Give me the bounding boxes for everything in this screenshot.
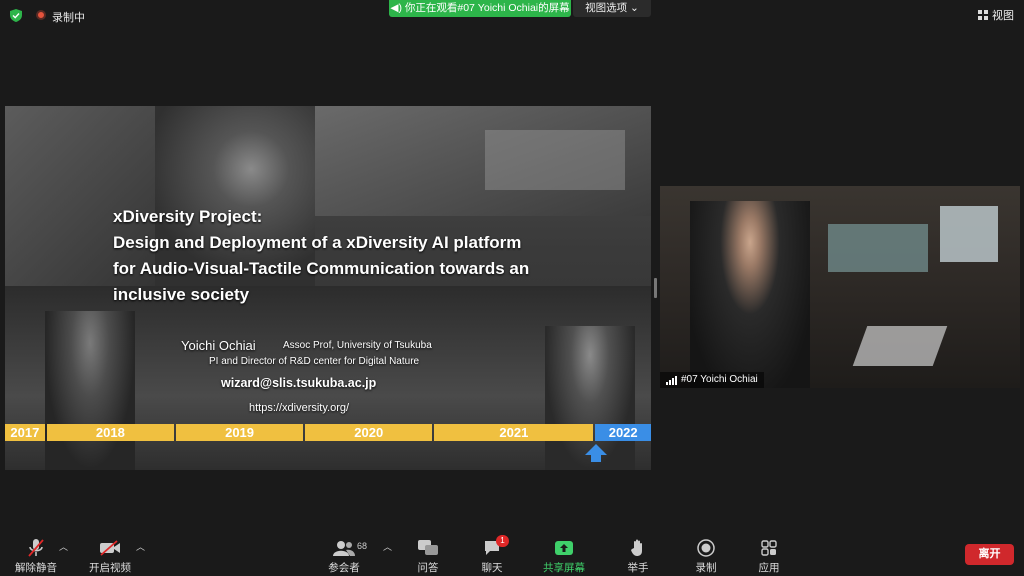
unmute-label: 解除静音 xyxy=(15,562,57,574)
view-options-button[interactable]: 视图选项 ⌄ xyxy=(573,0,651,17)
view-options-label: 视图选项 xyxy=(585,2,628,14)
share-screen-icon xyxy=(555,541,573,555)
slide-affiliation-1: Assoc Prof, University of Tsukuba xyxy=(283,340,432,351)
slide-timeline: 2017 2018 2019 2020 2021 2022 xyxy=(5,424,651,441)
speaker-icon: ◀) xyxy=(390,2,402,14)
slide-affiliation-2: PI and Director of R&D center for Digita… xyxy=(209,356,420,367)
signal-strength-icon xyxy=(666,375,677,385)
apps-icon xyxy=(761,540,777,556)
top-bar: 录制中 ◀) 你正在观看#07 Yoichi Ochiai的屏幕 视图选项 ⌄ … xyxy=(0,0,1024,30)
slide-title-line: xDiversity Project: xyxy=(113,207,263,226)
view-layout-label: 视图 xyxy=(992,10,1014,22)
slide-photo-sign xyxy=(485,130,625,190)
grid-view-icon xyxy=(978,10,988,20)
start-video-button[interactable]: 开启视频 xyxy=(80,538,140,575)
timeline-year-current: 2022 xyxy=(595,424,651,441)
video-monitor xyxy=(828,224,928,272)
panel-resize-handle[interactable] xyxy=(654,278,657,298)
participants-icon xyxy=(333,541,355,556)
shared-screen-slide: xDiversity Project: Design and Deploymen… xyxy=(5,106,651,470)
timeline-year: 2018 xyxy=(46,424,174,441)
apps-label: 应用 xyxy=(758,562,780,574)
recording-dot-icon xyxy=(36,10,46,20)
chat-label: 聊天 xyxy=(481,562,503,574)
record-label: 录制 xyxy=(695,562,717,574)
timeline-arrow-stem xyxy=(591,454,601,462)
record-button[interactable]: 录制 xyxy=(676,538,736,575)
video-camera-off-icon xyxy=(100,540,120,556)
timeline-year: 2017 xyxy=(5,424,45,441)
participant-video[interactable]: #07 Yoichi Ochiai xyxy=(660,186,1020,388)
share-banner-text: 你正在观看#07 Yoichi Ochiai的屏幕 xyxy=(404,2,570,14)
qa-icon xyxy=(418,540,438,555)
share-screen-button[interactable]: 共享屏幕 xyxy=(534,538,594,575)
share-screen-label: 共享屏幕 xyxy=(543,562,585,574)
start-video-label: 开启视频 xyxy=(89,562,131,574)
slide-photo-person-left xyxy=(45,311,135,470)
recording-label: 录制中 xyxy=(52,12,85,24)
video-keyboard xyxy=(852,326,948,366)
slide-author: Yoichi Ochiai xyxy=(181,338,256,353)
audio-options-chevron-icon[interactable]: ︿ xyxy=(59,540,68,553)
video-monitor xyxy=(940,206,998,262)
slide-title: xDiversity Project: Design and Deploymen… xyxy=(113,204,613,308)
view-layout-button[interactable]: 视图 xyxy=(978,6,1014,24)
unmute-button[interactable]: 解除静音 xyxy=(6,538,66,575)
slide-title-line: for Audio-Visual-Tactile Communication t… xyxy=(113,259,530,278)
video-options-chevron-icon[interactable]: ︿ xyxy=(136,540,145,553)
slide-email: wizard@slis.tsukuba.ac.jp xyxy=(221,376,377,390)
chat-unread-badge: 1 xyxy=(496,535,509,547)
qa-button[interactable]: 问答 xyxy=(398,538,458,575)
slide-title-line: Design and Deployment of a xDiversity AI… xyxy=(113,233,522,252)
apps-button[interactable]: 应用 xyxy=(739,538,799,575)
qa-label: 问答 xyxy=(417,562,439,574)
hand-icon xyxy=(631,539,642,556)
leave-button[interactable]: 离开 xyxy=(965,544,1014,565)
video-person xyxy=(690,201,810,388)
chat-button[interactable]: 聊天 xyxy=(462,538,522,575)
viewing-share-banner: ◀) 你正在观看#07 Yoichi Ochiai的屏幕 xyxy=(389,0,571,17)
raise-hand-label: 举手 xyxy=(627,562,649,574)
microphone-muted-icon xyxy=(28,539,44,557)
participants-count: 68 xyxy=(357,541,368,551)
participants-label: 参会者 xyxy=(328,562,360,574)
participant-name: #07 Yoichi Ochiai xyxy=(681,374,758,385)
record-icon xyxy=(697,539,715,557)
chevron-down-icon: ⌄ xyxy=(630,2,639,14)
meeting-toolbar: 解除静音 ︿ 开启视频 ︿ 参会者 68 ︿ 问答 聊天 1 共享屏幕 举手 录… xyxy=(0,530,1024,576)
raise-hand-button[interactable]: 举手 xyxy=(608,538,668,575)
slide-url: https://xdiversity.org/ xyxy=(249,402,350,414)
participant-name-tag: #07 Yoichi Ochiai xyxy=(660,372,764,388)
timeline-year: 2020 xyxy=(305,424,433,441)
slide-title-line: inclusive society xyxy=(113,285,250,304)
timeline-year: 2021 xyxy=(434,424,594,441)
timeline-year: 2019 xyxy=(175,424,304,441)
security-shield-icon[interactable] xyxy=(10,9,22,22)
participants-options-chevron-icon[interactable]: ︿ xyxy=(383,540,392,553)
